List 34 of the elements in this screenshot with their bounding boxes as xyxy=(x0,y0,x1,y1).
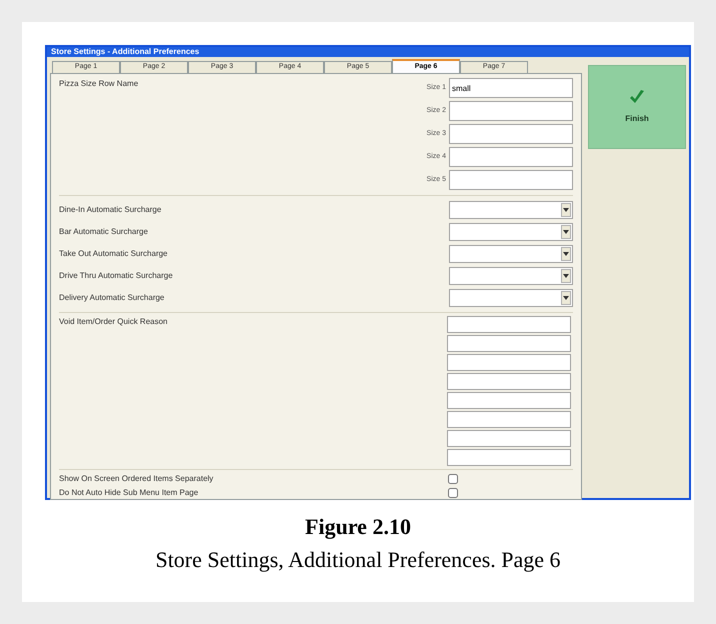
text-field[interactable] xyxy=(449,147,573,167)
figure-caption: Store Settings, Additional Preferences. Page 6 xyxy=(155,546,561,574)
dropdown[interactable] xyxy=(449,245,573,263)
text-field[interactable] xyxy=(447,335,571,352)
field-label: Pizza Size Row Name xyxy=(59,78,138,90)
field-label: Dine-In Automatic Surcharge xyxy=(59,204,162,216)
checkbox[interactable] xyxy=(448,474,458,484)
figure-number: Figure 2.10 xyxy=(305,513,411,541)
option-label: Show On Screen Ordered Items Separately xyxy=(59,473,214,485)
field-label: Drive Thru Automatic Surcharge xyxy=(59,270,173,282)
text-field[interactable] xyxy=(449,124,573,144)
dropdown[interactable] xyxy=(449,267,573,285)
text-field[interactable] xyxy=(449,101,573,121)
option-label: Do Not Auto Hide Sub Menu Item Page xyxy=(59,487,198,499)
field-label: Take Out Automatic Surcharge xyxy=(59,248,168,260)
text-field[interactable] xyxy=(447,373,571,390)
dropdown[interactable] xyxy=(449,201,573,219)
text-field[interactable]: small xyxy=(449,78,573,98)
field-label: Bar Automatic Surcharge xyxy=(59,226,148,238)
text-field[interactable] xyxy=(447,449,571,466)
dropdown[interactable] xyxy=(449,289,573,307)
text-field[interactable] xyxy=(447,392,571,409)
checkmark-icon xyxy=(628,89,646,105)
field-label: Void Item/Order Quick Reason xyxy=(59,316,168,328)
text-field[interactable] xyxy=(447,430,571,447)
dropdown[interactable] xyxy=(449,223,573,241)
text-field[interactable] xyxy=(447,354,571,371)
text-field[interactable] xyxy=(447,411,571,428)
window-title: Store Settings - Additional Preferences xyxy=(47,47,689,57)
text-field[interactable] xyxy=(449,170,573,190)
finish-button[interactable]: Finish xyxy=(588,65,686,149)
field-label: Delivery Automatic Surcharge xyxy=(59,292,164,304)
checkbox[interactable] xyxy=(448,488,458,498)
text-field[interactable] xyxy=(447,316,571,333)
